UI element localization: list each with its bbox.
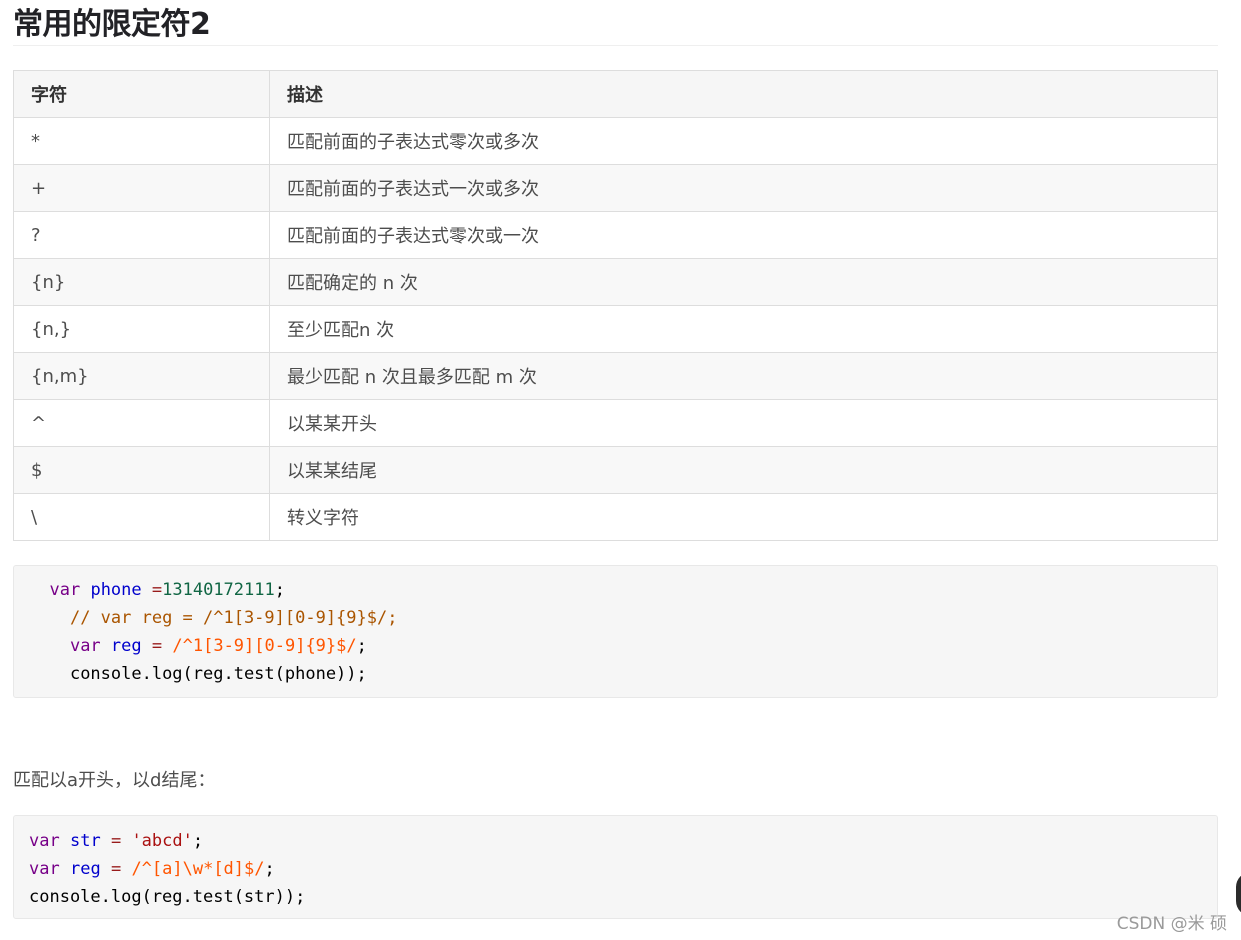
code-token: /^[a]\w*[d]$/ <box>131 859 265 879</box>
table-cell-char: $ <box>13 446 270 494</box>
code-token: console.log(reg.test(str)); <box>29 887 306 907</box>
csdn-watermark: CSDN @米 硕 <box>1116 914 1227 934</box>
description-paragraph: 匹配以a开头，以d结尾： <box>13 770 216 791</box>
code-token: reg <box>69 859 101 879</box>
table-cell-char: {n,} <box>13 305 270 353</box>
table-cell-char: ^ <box>13 399 270 447</box>
code-token: ; <box>356 636 367 656</box>
table-cell-desc: 以某某结尾 <box>269 446 1218 494</box>
table-row: {n,m} 最少匹配 n 次且最多匹配 m 次 <box>13 352 1218 400</box>
code-line: console.log(reg.test(str)); <box>29 883 1217 911</box>
code-token: // var reg = /^1[3-9][0-9]{9}$/; <box>69 608 398 628</box>
code-token: = <box>151 636 163 656</box>
title-divider <box>13 45 1218 46</box>
code-token: ; <box>274 580 285 600</box>
code-block-phone-regex[interactable]: var phone =13140172111; // var reg = /^1… <box>13 565 1218 698</box>
code-block-str-regex[interactable]: var str = 'abcd'; var reg = /^[a]\w*[d]$/… <box>13 815 1218 919</box>
table-cell-desc: 以某某开头 <box>269 399 1218 447</box>
table-cell-desc: 最少匹配 n 次且最多匹配 m 次 <box>269 352 1218 400</box>
table-cell-desc: 至少匹配n 次 <box>269 305 1218 353</box>
table-row: \ 转义字符 <box>13 493 1218 541</box>
table-cell-char: + <box>13 164 270 212</box>
table-cell-char: {n} <box>13 258 270 306</box>
code-token: = <box>110 831 122 851</box>
table-cell-char: * <box>13 117 270 165</box>
code-token: phone <box>90 580 142 600</box>
code-token: = <box>151 580 163 600</box>
code-line: console.log(reg.test(phone)); <box>29 660 1217 688</box>
table-row: + 匹配前面的子表达式一次或多次 <box>13 164 1218 212</box>
table-row: {n} 匹配确定的 n 次 <box>13 258 1218 306</box>
code-line: var phone =13140172111; <box>29 576 1217 604</box>
code-token: str <box>69 831 101 851</box>
table-cell-char: \ <box>13 493 270 541</box>
code-token: ; <box>264 859 275 879</box>
table-cell-char: {n,m} <box>13 352 270 400</box>
table-row: ? 匹配前面的子表达式零次或一次 <box>13 211 1218 259</box>
table-row: {n,} 至少匹配n 次 <box>13 305 1218 353</box>
table-cell-desc: 匹配确定的 n 次 <box>269 258 1218 306</box>
code-token: reg <box>110 636 142 656</box>
code-line: var str = 'abcd'; <box>29 827 1217 855</box>
code-line: var reg = /^[a]\w*[d]$/; <box>29 855 1217 883</box>
table-cell-desc: 匹配前面的子表达式一次或多次 <box>269 164 1218 212</box>
table-header-row: 字符 描述 <box>13 70 1218 118</box>
code-token: var <box>29 831 60 851</box>
code-token: var <box>29 859 60 879</box>
table-cell-desc: 匹配前面的子表达式零次或多次 <box>269 117 1218 165</box>
code-token: var <box>49 580 81 600</box>
table-cell-char: ? <box>13 211 270 259</box>
table-cell-desc: 转义字符 <box>269 493 1218 541</box>
code-token: ; <box>192 831 204 851</box>
table-header-char: 字符 <box>13 70 270 118</box>
code-line: var reg = /^1[3-9][0-9]{9}$/; <box>29 632 1217 660</box>
table-row: $ 以某某结尾 <box>13 446 1218 494</box>
code-token: 13140172111 <box>162 580 275 600</box>
table-row: * 匹配前面的子表达式零次或多次 <box>13 117 1218 165</box>
code-token: var <box>69 636 101 656</box>
table-header-desc: 描述 <box>269 70 1218 118</box>
code-line: // var reg = /^1[3-9][0-9]{9}$/; <box>29 604 1217 632</box>
page-title: 常用的限定符2 <box>13 7 211 42</box>
code-token: /^1[3-9][0-9]{9}$/ <box>172 636 357 656</box>
quantifier-table: 字符 描述 * 匹配前面的子表达式零次或多次 + 匹配前面的子表达式一次或多次 … <box>13 70 1218 541</box>
table-cell-desc: 匹配前面的子表达式零次或一次 <box>269 211 1218 259</box>
code-token: 'abcd' <box>131 831 193 851</box>
floating-toolbar-button[interactable] <box>1236 872 1241 916</box>
code-token: = <box>110 859 122 879</box>
table-row: ^ 以某某开头 <box>13 399 1218 447</box>
code-token: console.log(reg.test(phone)); <box>69 664 367 684</box>
